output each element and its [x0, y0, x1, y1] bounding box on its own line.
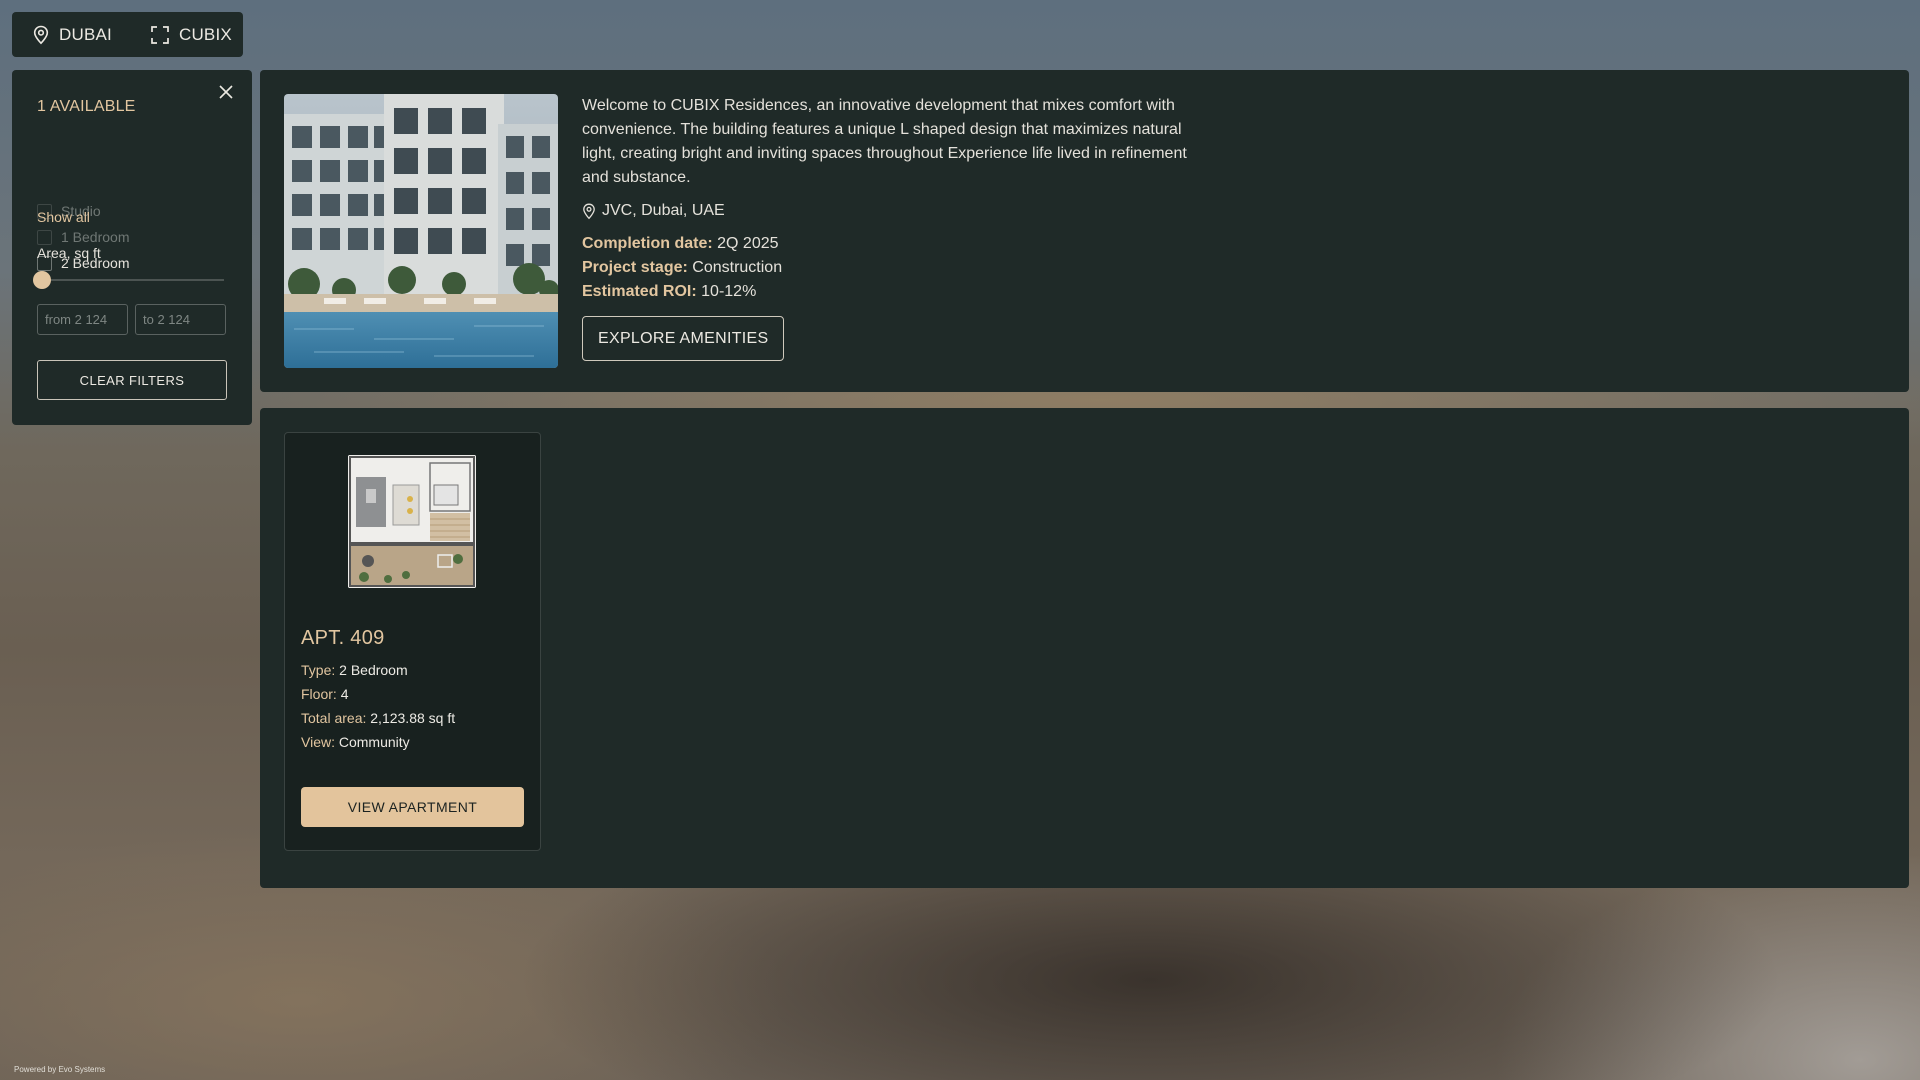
checkbox[interactable] — [37, 229, 52, 245]
project-selector[interactable]: CUBIX — [150, 25, 232, 45]
fact-project-stage: Project stage: Construction — [582, 256, 1202, 280]
filter-option-label: 1 Bedroom — [61, 229, 130, 245]
spec-value: 2 Bedroom — [339, 662, 408, 678]
fact-completion-date: Completion date: 2Q 2025 — [582, 232, 1202, 256]
fact-value: 10-12% — [701, 283, 757, 300]
building-photo — [284, 94, 558, 368]
spec-label: Floor: — [301, 686, 337, 702]
spec-value: 4 — [340, 686, 349, 702]
apartment-title: APT. 409 — [301, 627, 385, 649]
top-bar: DUBAI CUBIX — [12, 12, 243, 57]
powered-by-footer: Powered by Evo Systems — [14, 1065, 106, 1074]
spec-label: View: — [301, 734, 335, 750]
area-slider-track[interactable] — [40, 279, 224, 281]
area-from-input[interactable] — [37, 304, 128, 335]
filter-option-1-bedroom[interactable]: 1 Bedroom — [37, 229, 129, 245]
spec-value: Community — [338, 734, 410, 750]
fact-estimated-roi: Estimated ROI: 10-12% — [582, 280, 1202, 304]
project-label: CUBIX — [178, 24, 232, 44]
apartment-listing-panel: APT. 409 Type: 2 Bedroom Floor: 4 Total … — [260, 408, 1909, 888]
spec-label: Type: — [301, 662, 336, 678]
apartment-floor: Floor: 4 — [301, 686, 348, 702]
fact-value: 2Q 2025 — [717, 235, 779, 252]
apartment-view: View: Community — [301, 734, 410, 750]
filter-panel: 1 AVAILABLE Studio 1 Bedroom 2 Bedroom S… — [12, 70, 252, 425]
apartment-card[interactable]: APT. 409 Type: 2 Bedroom Floor: 4 Total … — [284, 432, 541, 851]
area-label: Area, sq ft — [37, 245, 101, 261]
building-image — [284, 94, 558, 368]
location-pin-icon — [583, 203, 595, 219]
apartment-area: Total area: 2,123.88 sq ft — [301, 710, 455, 726]
project-details: Welcome to CUBIX Residences, an innovati… — [582, 94, 1202, 361]
project-facts: Completion date: 2Q 2025 Project stage: … — [582, 232, 1202, 304]
area-slider-handle[interactable] — [33, 271, 51, 289]
project-info-panel: Welcome to CUBIX Residences, an innovati… — [260, 70, 1909, 392]
city-selector[interactable]: DUBAI — [32, 25, 112, 45]
project-description: Welcome to CUBIX Residences, an innovati… — [582, 97, 1187, 186]
city-label: DUBAI — [59, 24, 112, 44]
floor-plan-image — [348, 455, 476, 588]
project-location: JVC, Dubai, UAE — [582, 202, 1202, 220]
spec-value: 2,123.88 sq ft — [370, 710, 456, 726]
fact-label: Estimated ROI: — [582, 283, 697, 300]
show-all-link[interactable]: Show all — [37, 209, 90, 225]
fact-value: Construction — [692, 259, 783, 276]
explore-amenities-button[interactable]: EXPLORE AMENITIES — [582, 316, 785, 361]
fact-label: Completion date: — [582, 235, 713, 252]
view-apartment-button[interactable]: VIEW APARTMENT — [301, 787, 524, 827]
apartment-type: Type: 2 Bedroom — [301, 662, 408, 678]
close-filters-button[interactable] — [216, 82, 236, 102]
close-icon — [219, 85, 233, 99]
available-count: 1 AVAILABLE — [37, 98, 136, 115]
fact-label: Project stage: — [582, 259, 688, 276]
spec-label: Total area: — [301, 710, 367, 726]
area-to-input[interactable] — [135, 304, 226, 335]
location-text: JVC, Dubai, UAE — [602, 202, 725, 219]
clear-filters-button[interactable]: CLEAR FILTERS — [37, 360, 227, 400]
location-pin-icon — [33, 25, 49, 44]
fullscreen-icon — [151, 25, 169, 44]
